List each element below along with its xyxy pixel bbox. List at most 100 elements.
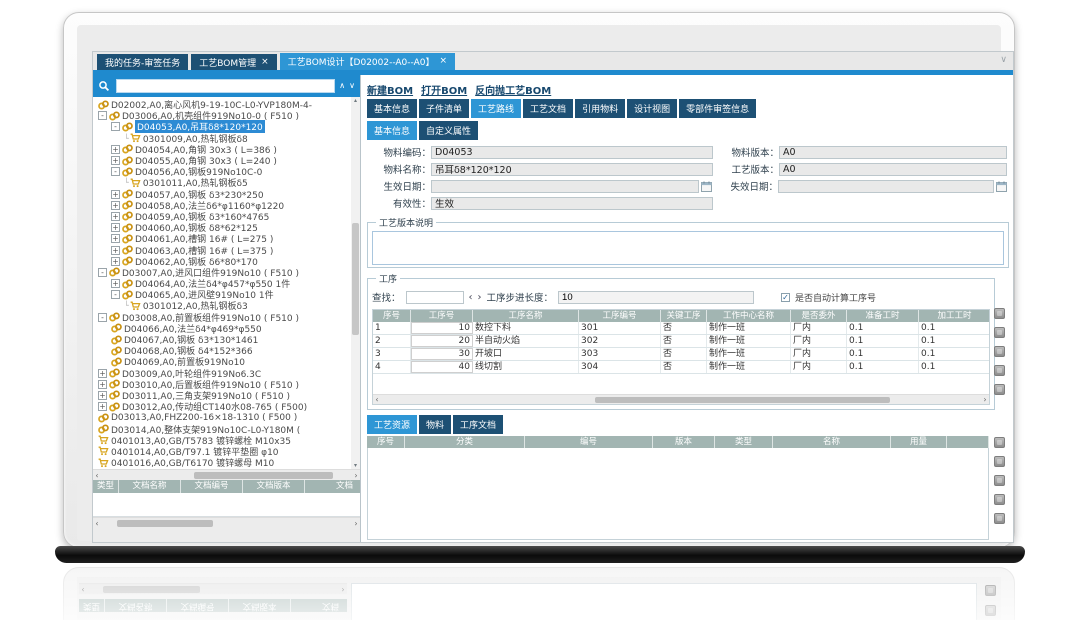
tree-expander-icon[interactable]: +: [111, 212, 120, 221]
search-prev-icon[interactable]: ∧: [339, 82, 345, 90]
tree-expander-icon[interactable]: +: [111, 201, 120, 210]
step-length-input[interactable]: [558, 291, 754, 304]
tree-expander-icon[interactable]: -: [98, 268, 107, 277]
cart-icon: [130, 178, 141, 188]
tree-hscroll-thumb[interactable]: [194, 472, 333, 479]
tree-expander-icon[interactable]: +: [98, 402, 107, 411]
table-tool-icon[interactable]: [994, 327, 1005, 338]
process-toolbar: [989, 268, 1009, 410]
detail-tab-4[interactable]: 工艺文档: [523, 99, 573, 118]
expire-date-field[interactable]: [778, 180, 994, 193]
bom-action-link-3[interactable]: 反向抛工艺BOM: [475, 82, 551, 97]
table-tool-icon[interactable]: [994, 475, 1005, 486]
tree-scroll-thumb[interactable]: [352, 223, 359, 335]
chain-link-icon: [111, 357, 122, 367]
close-icon[interactable]: ×: [439, 57, 447, 66]
scroll-right-icon[interactable]: ›: [352, 470, 360, 481]
tree-expander-icon[interactable]: +: [98, 391, 107, 400]
window-tab-2[interactable]: 工艺BOM管理×: [191, 54, 276, 70]
tree-item[interactable]: 0401016,A0,GB/T6170 镀锌螺母 M10: [95, 457, 350, 468]
chevron-down-icon[interactable]: ∨: [1000, 55, 1007, 65]
tree-expander-icon[interactable]: +: [111, 279, 120, 288]
tree-expander-icon[interactable]: -: [111, 290, 120, 299]
material-version-field[interactable]: [779, 146, 1007, 159]
scroll-down-icon[interactable]: ▾: [351, 462, 360, 469]
document-hscroll-thumb[interactable]: [117, 520, 213, 527]
table-tool-icon[interactable]: [994, 384, 1005, 395]
tree-expander-icon[interactable]: -: [98, 313, 107, 322]
find-prev-icon[interactable]: ‹: [469, 292, 473, 303]
scroll-left-icon[interactable]: ‹: [373, 395, 381, 405]
table-row[interactable]: 220半自动火焰302否制作一班厂内0.10.1: [373, 335, 989, 348]
tree-expander-icon[interactable]: +: [111, 190, 120, 199]
table-tool-icon[interactable]: [994, 437, 1005, 448]
resource-tab-3[interactable]: 工序文档: [453, 415, 503, 434]
tree-expander-icon[interactable]: -: [98, 111, 107, 120]
auto-calc-checkbox[interactable]: ✓: [781, 293, 790, 302]
validity-field[interactable]: [431, 197, 713, 210]
scroll-up-icon[interactable]: ▴: [351, 97, 360, 104]
tree-expander-icon[interactable]: +: [98, 380, 107, 389]
detail-tab-5[interactable]: 引用物料: [575, 99, 625, 118]
tree-expander-icon[interactable]: +: [111, 156, 120, 165]
tree-expander-icon[interactable]: +: [111, 257, 120, 266]
document-horizontal-scrollbar[interactable]: ‹ ›: [93, 517, 360, 528]
tree-expander-icon[interactable]: +: [111, 246, 120, 255]
table-tool-icon[interactable]: [994, 494, 1005, 505]
tree-item[interactable]: +D03012,A0,传动组CT140水08-765 ( F500): [95, 401, 350, 412]
find-next-icon[interactable]: ›: [478, 292, 482, 303]
calendar-icon[interactable]: [701, 181, 712, 192]
table-tool-icon[interactable]: [994, 308, 1005, 319]
version-note-textarea[interactable]: [372, 231, 1004, 265]
window-tab-1[interactable]: 我的任务-审签任务: [97, 54, 188, 70]
process-hscroll-thumb[interactable]: [595, 397, 891, 403]
tree-expander-icon[interactable]: +: [111, 145, 120, 154]
effective-date-field[interactable]: [431, 180, 699, 193]
resource-tab-1[interactable]: 工艺资源: [367, 415, 417, 434]
table-tool-icon[interactable]: [994, 346, 1005, 357]
form-row: 有效性：: [367, 195, 1009, 211]
process-column-header: 关键工序: [661, 310, 707, 322]
table-row[interactable]: 330开坡口303否制作一班厂内0.10.1: [373, 348, 989, 361]
tree-expander-icon[interactable]: -: [111, 122, 120, 131]
calendar-icon[interactable]: [996, 181, 1007, 192]
window-tab-3[interactable]: 工艺BOM设计【D02002--A0--A0】×: [280, 53, 455, 70]
tree-expander-icon[interactable]: -: [111, 167, 120, 176]
close-icon[interactable]: ×: [261, 58, 269, 67]
table-tool-icon[interactable]: [994, 456, 1005, 467]
table-row[interactable]: 110数控下料301否制作一班厂内0.10.1: [373, 322, 989, 335]
tree-horizontal-scrollbar[interactable]: ‹ ›: [93, 469, 360, 480]
table-tool-icon: [985, 605, 996, 616]
process-section-row: 工序 查找： ‹ › 工序步进长度： ✓: [367, 268, 1009, 410]
detail-tab-6[interactable]: 设计视图: [627, 99, 677, 118]
detail-sub-tab-2[interactable]: 自定义属性: [419, 121, 478, 140]
tree-expander-icon[interactable]: +: [98, 369, 107, 378]
chain-link-icon: [122, 256, 133, 266]
tree-vertical-scrollbar[interactable]: ▴ ▾: [351, 97, 360, 469]
scroll-left-icon[interactable]: ‹: [93, 470, 101, 481]
material-code-field[interactable]: [431, 146, 713, 159]
tree-search-input[interactable]: [116, 79, 335, 93]
resource-tab-2[interactable]: 物料: [419, 415, 451, 434]
basic-info-form: 物料编码： 物料版本： 物料名称： 工艺版本：: [367, 144, 1009, 212]
scroll-right-icon[interactable]: ›: [981, 395, 989, 405]
table-row[interactable]: 440线切割304否制作一班厂内0.10.1: [373, 361, 989, 374]
detail-tab-1[interactable]: 基本信息: [367, 99, 417, 118]
scroll-left-icon[interactable]: ‹: [93, 518, 101, 529]
process-horizontal-scrollbar[interactable]: ‹ ›: [373, 394, 989, 404]
bom-action-link-2[interactable]: 打开BOM: [421, 82, 467, 97]
table-tool-icon[interactable]: [994, 513, 1005, 524]
detail-tab-2[interactable]: 子件清单: [419, 99, 469, 118]
tree-expander-icon[interactable]: +: [111, 234, 120, 243]
tree-expander-icon[interactable]: +: [111, 223, 120, 232]
scroll-right-icon[interactable]: ›: [352, 518, 360, 529]
process-version-field[interactable]: [779, 163, 1007, 176]
bom-action-link-1[interactable]: 新建BOM: [367, 82, 413, 97]
detail-tab-3[interactable]: 工艺路线: [471, 99, 521, 118]
detail-tab-7[interactable]: 零部件审签信息: [679, 99, 756, 118]
search-next-icon[interactable]: ∨: [349, 82, 355, 90]
detail-sub-tab-1[interactable]: 基本信息: [367, 121, 417, 140]
material-name-field[interactable]: [431, 163, 713, 176]
find-input[interactable]: [406, 291, 464, 304]
table-tool-icon[interactable]: [994, 365, 1005, 376]
